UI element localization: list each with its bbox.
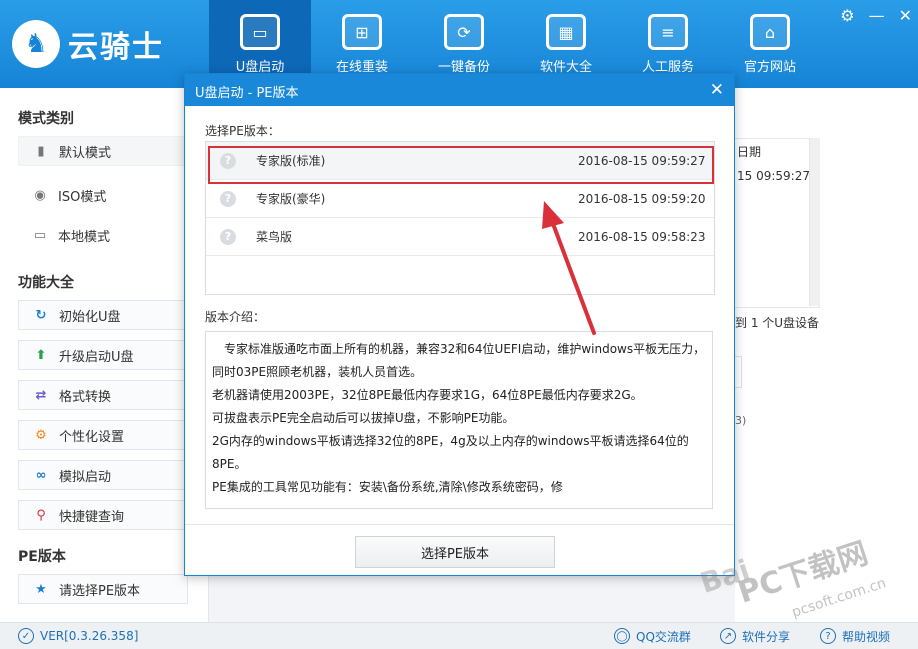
disc-icon: ◉ (34, 187, 46, 203)
intro-label: 版本介绍： (205, 310, 266, 324)
sidebar-item-label: 格式转换 (59, 389, 112, 405)
monitor-icon: ▭ (33, 227, 47, 243)
select-pe-label: 选择PE版本： (205, 124, 280, 138)
knight-logo-icon: ♞ (12, 20, 60, 68)
sidebar-item-upgrade-usb[interactable]: ⬆ 升级启动U盘 (18, 340, 188, 370)
share-icon: ↗ (720, 628, 736, 644)
bookmark-icon: ★ (35, 581, 47, 597)
section-title-functions: 功能大全 (18, 275, 74, 291)
description-line: 可拔盘表示PE完全启动后可以拔掉U盘，不影响PE功能。 (212, 411, 515, 425)
sidebar-item-label: 本地模式 (58, 229, 111, 245)
description-line: 专家标准版通吃市面上所有的机器，兼容32和64位UEFI启动，维护windows… (212, 342, 706, 379)
sidebar-item-label: 默认模式 (59, 145, 112, 161)
window-controls: ⚙ — ✕ (840, 6, 912, 25)
description-line: 老机器请使用2003PE，32位8PE最低内存要求1G，64位8PE最低内存要求… (212, 388, 643, 402)
version-info: ✓ VER[0.3.26.358] (18, 623, 138, 649)
annotation-arrow (542, 201, 596, 335)
pe-version-row-deluxe[interactable]: ? 专家版(豪华) 2016-08-15 09:59:20 (206, 180, 714, 218)
sidebar-item-hotkey-query[interactable]: ⚲ 快捷键查询 (18, 500, 188, 530)
background-hint: 3) (735, 414, 747, 427)
sidebar-item-label: 模拟启动 (59, 469, 112, 485)
qq-icon: ◯ (614, 628, 630, 644)
usb-icon: ▭ (240, 14, 280, 50)
gear-icon[interactable]: ⚙ (840, 6, 854, 25)
share-link[interactable]: ↗ 软件分享 (720, 623, 790, 649)
convert-icon: ⇄ (35, 387, 47, 403)
device-date-value: 15 09:59:27 (737, 169, 810, 183)
refresh-icon: ↻ (35, 307, 47, 323)
sidebar-item-label: 初始化U盘 (59, 309, 121, 325)
help-video-label: 帮助视频 (842, 629, 891, 644)
sidebar-item-iso-mode[interactable]: ◉ ISO模式 (18, 180, 188, 210)
description-line: PE集成的工具常见功能有：安装\备份系统,清除\修改系统密码，修 (212, 480, 563, 494)
sidebar-item-label: 升级启动U盘 (59, 349, 134, 365)
share-label: 软件分享 (742, 629, 791, 644)
gear-icon: ⚙ (35, 427, 47, 443)
question-icon: ? (220, 228, 236, 245)
pe-version-name: 专家版(豪华) (256, 192, 326, 206)
choose-pe-button[interactable]: 选择PE版本 (355, 536, 555, 568)
sidebar-item-label: 请选择PE版本 (59, 583, 141, 599)
sidebar-item-local-mode[interactable]: ▭ 本地模式 (18, 220, 188, 250)
pe-version-row-standard[interactable]: ? 专家版(标准) 2016-08-15 09:59:27 (206, 142, 714, 180)
dialog-title: U盘启动 - PE版本 (195, 86, 299, 101)
pe-version-date: 2016-08-15 09:59:27 (578, 153, 706, 168)
version-text: VER[0.3.26.358] (40, 629, 139, 643)
version-description: 专家标准版通吃市面上所有的机器，兼容32和64位UEFI启动，维护windows… (205, 331, 713, 509)
question-icon: ? (220, 190, 236, 207)
app-logo-text: 云骑士 (68, 30, 164, 65)
sidebar-item-select-pe[interactable]: ★ 请选择PE版本 (18, 574, 188, 604)
device-status-text: 到 1 个U盘设备 (735, 316, 820, 330)
sidebar-item-personalize[interactable]: ⚙ 个性化设置 (18, 420, 188, 450)
qq-group-link[interactable]: ◯ QQ交流群 (614, 623, 691, 649)
minimize-button[interactable]: — (869, 6, 885, 25)
sidebar-item-simulate-boot[interactable]: ∞ 模拟启动 (18, 460, 188, 490)
app-logo: ♞ 云骑士 (12, 14, 202, 74)
sidebar-item-default-mode[interactable]: ▮ 默认模式 (18, 136, 188, 166)
list-scrollbar[interactable] (809, 138, 820, 306)
sidebar-item-label: 个性化设置 (59, 429, 125, 445)
sidebar-item-init-usb[interactable]: ↻ 初始化U盘 (18, 300, 188, 330)
dialog-divider (185, 524, 734, 525)
section-title-mode: 模式类别 (18, 111, 74, 127)
backup-icon: ⟳ (444, 14, 484, 50)
link-icon: ∞ (35, 467, 47, 483)
help-video-link[interactable]: ? 帮助视频 (820, 623, 890, 649)
device-list: 日期 15 09:59:27 (735, 138, 820, 308)
help-icon: ? (820, 628, 836, 644)
software-box-icon: ▦ (546, 14, 586, 50)
description-line: 2G内存的windows平板请选择32位的8PE，4g及以上内存的windows… (212, 434, 689, 471)
status-bar: ✓ VER[0.3.26.358] ◯ QQ交流群 ↗ 软件分享 ? 帮助视频 (0, 622, 918, 649)
search-icon: ⚲ (36, 507, 46, 523)
pe-version-row-beginner[interactable]: ? 菜鸟版 2016-08-15 09:58:23 (206, 218, 714, 256)
shield-check-icon: ✓ (18, 628, 34, 644)
section-title-pe: PE版本 (18, 549, 66, 565)
dialog-close-button[interactable]: ✕ (710, 80, 724, 100)
column-header-date: 日期 (737, 145, 762, 159)
sidebar-item-label: ISO模式 (58, 189, 107, 205)
pe-version-name: 菜鸟版 (256, 230, 293, 244)
chat-icon: ≡ (648, 14, 688, 50)
usb-drive-icon: ▮ (37, 143, 45, 159)
pe-version-name: 专家版(标准) (256, 154, 326, 168)
home-icon: ⌂ (750, 14, 790, 50)
windows-icon: ⊞ (342, 14, 382, 50)
question-icon: ? (220, 152, 236, 169)
dialog-title-bar: U盘启动 - PE版本 ✕ (185, 74, 734, 106)
pe-version-dialog: U盘启动 - PE版本 ✕ 选择PE版本： ? 专家版(标准) 2016-08-… (184, 73, 735, 576)
sidebar-item-format-convert[interactable]: ⇄ 格式转换 (18, 380, 188, 410)
sidebar-item-label: 快捷键查询 (59, 509, 125, 525)
qq-group-label: QQ交流群 (636, 629, 691, 644)
background-field (735, 356, 742, 388)
pe-version-list: ? 专家版(标准) 2016-08-15 09:59:27 ? 专家版(豪华) … (205, 141, 715, 295)
sidebar: 模式类别 ▮ 默认模式 ◉ ISO模式 ▭ 本地模式 功能大全 ↻ 初始化U盘 … (0, 88, 209, 622)
arrow-up-icon: ⬆ (35, 347, 47, 363)
close-button[interactable]: ✕ (899, 6, 912, 25)
